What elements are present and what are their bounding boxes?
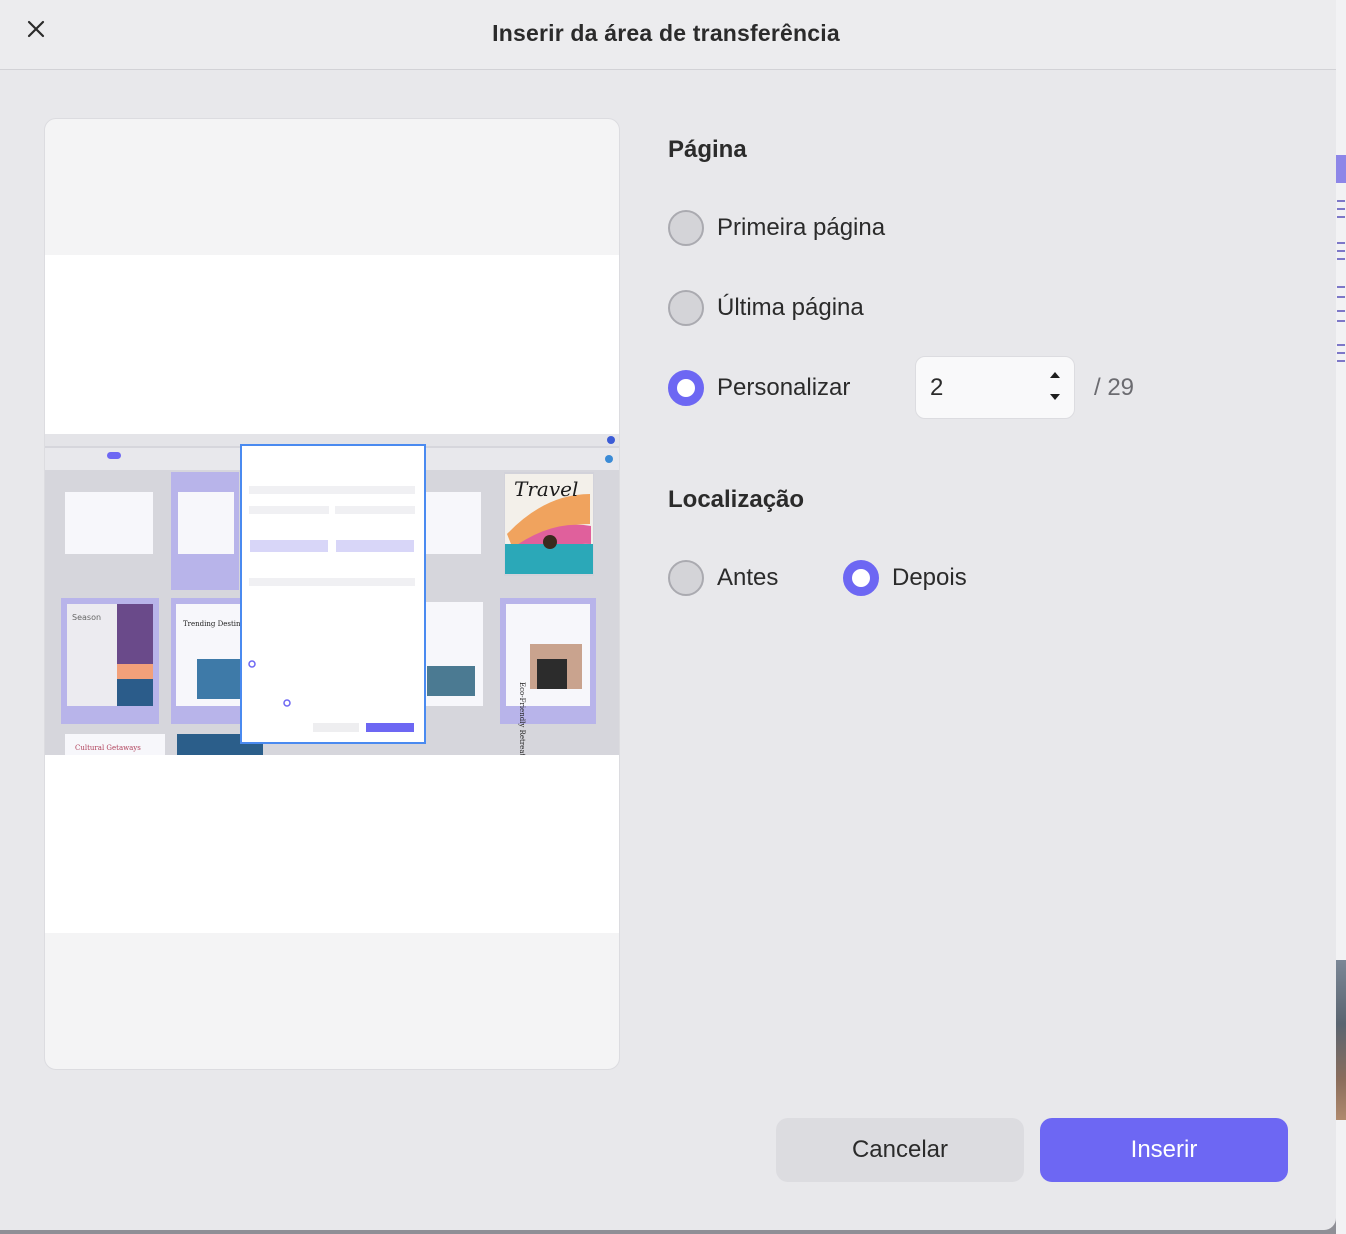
insert-button[interactable]: Inserir bbox=[1040, 1118, 1288, 1182]
page-total: / 29 bbox=[1094, 374, 1135, 401]
page-number-input[interactable] bbox=[930, 371, 1040, 405]
background-photo bbox=[1336, 960, 1346, 1120]
radio-circle-checked bbox=[668, 370, 704, 406]
radio-before[interactable]: Antes bbox=[668, 560, 778, 596]
insert-from-clipboard-dialog: Inserir da área de transferência Travel … bbox=[0, 0, 1336, 1230]
background-selection bbox=[1336, 155, 1346, 183]
dialog-titlebar: Inserir da área de transferência bbox=[0, 0, 1336, 70]
radio-last-page-label: Última página bbox=[717, 294, 864, 321]
radio-last-page[interactable]: Última página bbox=[668, 290, 864, 326]
chevron-down-icon bbox=[1050, 394, 1060, 400]
radio-custom-page[interactable]: Personalizar bbox=[668, 370, 850, 406]
radio-after[interactable]: Depois bbox=[843, 560, 967, 596]
dialog-title: Inserir da área de transferência bbox=[492, 20, 840, 46]
radio-custom-page-label: Personalizar bbox=[717, 374, 851, 401]
stepper-arrows[interactable] bbox=[1047, 369, 1063, 407]
radio-first-page[interactable]: Primeira página bbox=[668, 210, 885, 246]
chevron-up-icon bbox=[1050, 372, 1060, 378]
location-section-title: Localização bbox=[668, 486, 805, 513]
page-number-stepper[interactable] bbox=[915, 356, 1075, 419]
preview-season-text: Season bbox=[72, 613, 101, 622]
preview-cultural-text: Cultural Getaways bbox=[75, 744, 141, 752]
preview-screenshot: Travel Season Trending Destinations Eco-… bbox=[45, 434, 619, 755]
background-app-edge bbox=[1336, 0, 1346, 1234]
radio-before-label: Antes bbox=[717, 564, 779, 591]
cancel-button[interactable]: Cancelar bbox=[776, 1118, 1024, 1182]
radio-circle bbox=[668, 560, 704, 596]
preview-eco-text: Eco-Friendly Retreats bbox=[518, 682, 526, 755]
page-section-title: Página bbox=[668, 136, 747, 163]
preview-screenshot-image: Travel Season Trending Destinations Eco-… bbox=[45, 434, 619, 755]
preview-travel-text: Travel bbox=[514, 477, 578, 501]
radio-circle bbox=[668, 210, 704, 246]
radio-circle bbox=[668, 290, 704, 326]
radio-circle-checked bbox=[843, 560, 879, 596]
radio-first-page-label: Primeira página bbox=[717, 214, 886, 241]
clipboard-preview: Travel Season Trending Destinations Eco-… bbox=[44, 118, 620, 1070]
radio-after-label: Depois bbox=[892, 564, 967, 591]
